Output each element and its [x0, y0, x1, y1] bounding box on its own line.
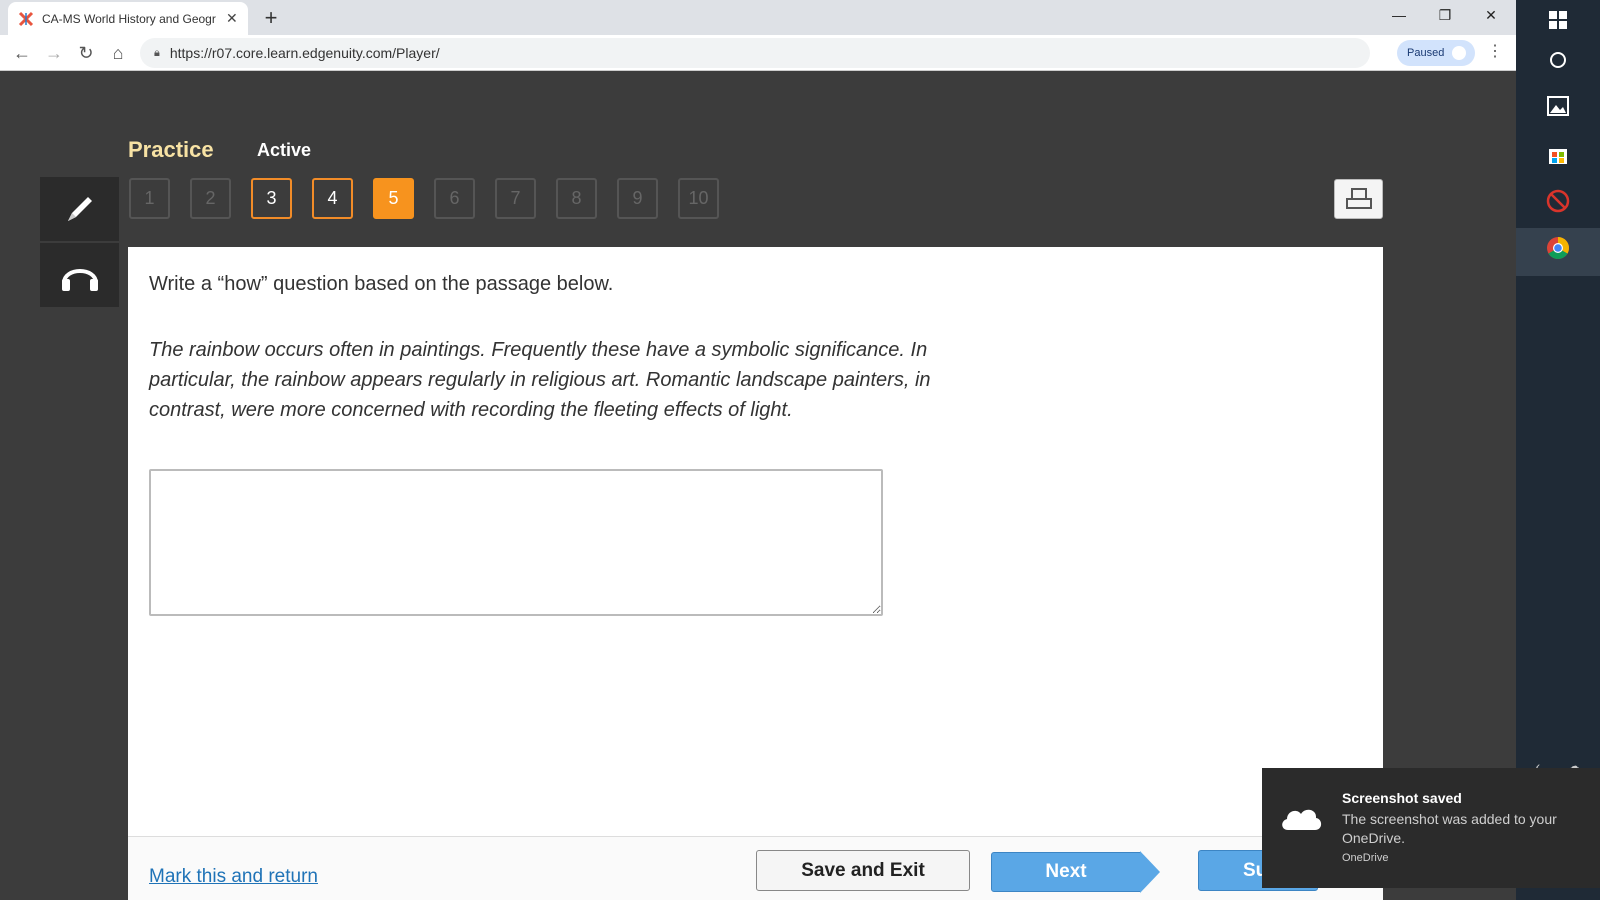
question-number-7[interactable]: 7	[495, 178, 536, 219]
photos-icon[interactable]	[1538, 86, 1578, 126]
next-button[interactable]: Next	[991, 852, 1141, 892]
reload-icon[interactable]: ↻	[72, 39, 100, 67]
store-icon[interactable]	[1538, 134, 1578, 174]
avatar	[1452, 46, 1467, 60]
active-label: Active	[257, 140, 312, 160]
question-number-8[interactable]: 8	[556, 178, 597, 219]
question-prompt: Write a “how” question based on the pass…	[149, 273, 614, 295]
question-number-3[interactable]: 3	[251, 178, 292, 219]
edgenuity-favicon-icon	[18, 11, 34, 26]
player-footer: Mark this and return Save and Exit Next …	[128, 836, 1383, 900]
tab-close-icon[interactable]: ✕	[226, 10, 238, 27]
notification-source: OneDrive	[1342, 852, 1389, 864]
window-close-icon[interactable]: ✕	[1468, 0, 1514, 30]
question-number-2[interactable]: 2	[190, 178, 231, 219]
cortana-icon[interactable]	[1538, 40, 1578, 80]
blocked-app-icon[interactable]	[1538, 181, 1578, 221]
chrome-icon[interactable]	[1538, 228, 1578, 268]
notification-body: The screenshot was added to your OneDriv…	[1342, 811, 1557, 846]
practice-label: Practice	[128, 137, 214, 162]
save-and-exit-button[interactable]: Save and Exit	[756, 850, 970, 891]
lock-icon: 🔒︎	[154, 46, 160, 59]
windows-taskbar: ‹ ☁	[1516, 0, 1600, 900]
back-icon[interactable]: ←	[8, 39, 36, 67]
printer-icon	[1345, 188, 1372, 209]
address-bar[interactable]: 🔒︎ https://r07.core.learn.edgenuity.com/…	[140, 38, 1370, 68]
question-number-10[interactable]: 10	[678, 178, 719, 219]
url-text: https://r07.core.learn.edgenuity.com/Pla…	[169, 45, 440, 61]
profile-status-label: Paused	[1407, 47, 1445, 59]
headphones-icon	[61, 269, 98, 291]
cloud-icon	[1282, 809, 1322, 830]
browser-toolbar: ← → ↻ ⌂ 🔒︎ https://r07.core.learn.edgenu…	[0, 35, 1516, 71]
audio-tool-button[interactable]	[40, 243, 119, 307]
profile-paused-button[interactable]: Paused	[1397, 40, 1475, 66]
tab-strip: CA-MS World History and Geogr ✕ + — ❐ ✕	[0, 0, 1516, 35]
notification-title: Screenshot saved	[1342, 790, 1462, 806]
question-passage: The rainbow occurs often in paintings. F…	[149, 339, 931, 421]
next-arrow-icon[interactable]	[1140, 851, 1160, 893]
home-icon[interactable]: ⌂	[104, 39, 132, 67]
onedrive-notification[interactable]: Screenshot saved The screenshot was adde…	[1262, 768, 1600, 888]
browser-chrome: CA-MS World History and Geogr ✕ + — ❐ ✕ …	[0, 0, 1516, 71]
tab-title: CA-MS World History and Geogr	[42, 11, 216, 26]
question-number-4[interactable]: 4	[312, 178, 353, 219]
forward-icon[interactable]: →	[40, 39, 68, 67]
browser-menu-icon[interactable]: ⋮	[1487, 41, 1503, 61]
pencil-tool-button[interactable]	[40, 177, 119, 241]
question-panel: Write a “how” question based on the pass…	[128, 247, 1383, 836]
question-number-1[interactable]: 1	[129, 178, 170, 219]
question-number-9[interactable]: 9	[617, 178, 658, 219]
browser-tab[interactable]: CA-MS World History and Geogr ✕	[8, 2, 248, 35]
question-number-6[interactable]: 6	[434, 178, 475, 219]
restore-icon[interactable]: ❐	[1422, 0, 1468, 30]
pencil-icon	[67, 197, 92, 221]
question-number-5[interactable]: 5	[373, 178, 414, 219]
print-button[interactable]	[1334, 179, 1383, 219]
windows-start-icon[interactable]	[1538, 0, 1578, 40]
mark-and-return-link[interactable]: Mark this and return	[149, 866, 318, 888]
answer-textarea[interactable]	[149, 469, 883, 616]
minimize-icon[interactable]: —	[1376, 0, 1422, 30]
new-tab-button[interactable]: +	[258, 5, 284, 31]
